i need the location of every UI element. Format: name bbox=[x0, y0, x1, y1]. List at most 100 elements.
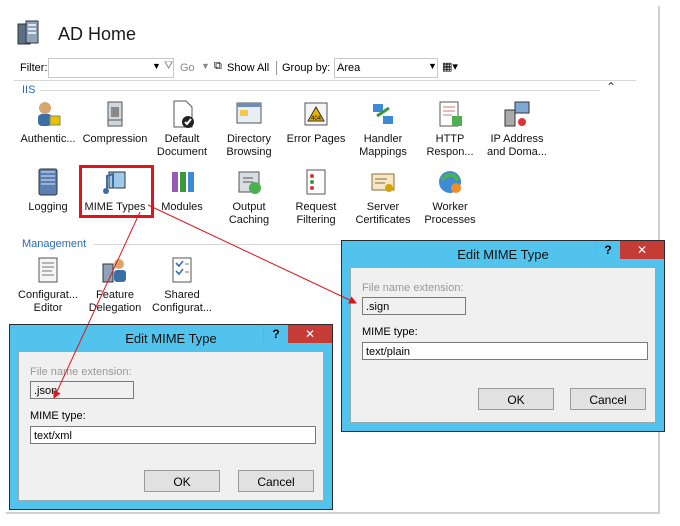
close-button[interactable]: ✕ bbox=[288, 325, 332, 343]
section-rule-management bbox=[94, 244, 342, 245]
section-header-management: Management bbox=[22, 238, 87, 250]
default-document-icon bbox=[173, 100, 194, 128]
feature-label: Server bbox=[366, 201, 400, 213]
close-button[interactable]: ✕ bbox=[620, 241, 664, 259]
directory-browsing-icon bbox=[236, 102, 262, 124]
svg-text:404: 404 bbox=[311, 116, 322, 122]
configuration-editor-icon bbox=[38, 257, 58, 283]
group-by-dropdown-icon[interactable]: ▼ bbox=[428, 61, 437, 71]
help-button[interactable]: ? bbox=[595, 241, 620, 259]
logging-icon bbox=[38, 168, 58, 196]
edit-mime-type-dialog-right: Edit MIME Type ? ✕ File name extension: … bbox=[341, 240, 665, 432]
feature-label-line2: and Doma... bbox=[487, 146, 547, 158]
compression-icon bbox=[107, 101, 123, 127]
group-by-select[interactable]: Area bbox=[334, 58, 438, 78]
dialog-body: File name extension: .json MIME type: te… bbox=[18, 351, 324, 501]
ok-button[interactable]: OK bbox=[478, 388, 554, 410]
extension-label: File name extension: bbox=[30, 366, 132, 378]
toolbar-divider bbox=[14, 80, 636, 81]
feature-configuration-editor[interactable]: Configurat... Editor bbox=[13, 254, 83, 314]
handler-mappings-icon bbox=[373, 104, 393, 124]
section-rule-iis bbox=[40, 90, 600, 91]
mime-type-field[interactable]: text/xml bbox=[30, 426, 316, 444]
cancel-button[interactable]: Cancel bbox=[238, 470, 314, 492]
filter-toolbar: Filter: ▼ ⛛ Go ▼ ⧉ Show All Group by: Ar… bbox=[14, 58, 634, 80]
feature-handler-mappings[interactable]: Handler Mappings bbox=[348, 98, 418, 158]
feature-label: Modules bbox=[161, 201, 203, 213]
feature-directory-browsing[interactable]: Directory Browsing bbox=[214, 98, 284, 158]
feature-authentication[interactable]: Authentic... bbox=[13, 98, 83, 158]
feature-label-line2: Document bbox=[156, 146, 208, 158]
feature-label: Configurat... bbox=[18, 289, 78, 301]
section-header-iis: IIS bbox=[22, 84, 36, 96]
view-toggle-icon[interactable]: ▦▾ bbox=[442, 60, 458, 73]
feature-label: Directory bbox=[226, 133, 271, 145]
feature-label-line2: Respon... bbox=[426, 146, 474, 158]
feature-worker-processes[interactable]: Worker Processes bbox=[415, 166, 485, 226]
help-button[interactable]: ? bbox=[263, 325, 288, 343]
feature-label: Default bbox=[164, 133, 200, 145]
feature-label: Authentic... bbox=[20, 133, 76, 145]
funnel-icon: ⛛ bbox=[164, 60, 174, 72]
feature-label: Feature bbox=[96, 289, 134, 301]
collapse-chevron-icon[interactable]: ⌃ bbox=[606, 80, 616, 94]
feature-label: Compression bbox=[82, 133, 148, 145]
feature-label: Error Pages bbox=[286, 133, 346, 145]
group-by-label: Group by: bbox=[282, 62, 331, 74]
feature-label-line2: Editor bbox=[33, 302, 63, 314]
feature-default-document[interactable]: Default Document bbox=[147, 98, 217, 158]
feature-feature-delegation[interactable]: Feature Delegation bbox=[80, 254, 150, 314]
mime-type-field[interactable]: text/plain bbox=[362, 342, 648, 360]
edit-mime-type-dialog-left: Edit MIME Type ? ✕ File name extension: … bbox=[9, 324, 333, 510]
mime-types-highlight bbox=[79, 165, 154, 218]
feature-label: Handler bbox=[363, 133, 403, 145]
show-all-button[interactable]: Show All bbox=[227, 62, 269, 74]
extension-field[interactable]: .json bbox=[30, 381, 134, 399]
feature-label-line2: Mappings bbox=[359, 146, 407, 158]
feature-label: Output bbox=[232, 201, 266, 213]
group-by-value: Area bbox=[337, 62, 361, 74]
feature-compression[interactable]: Compression bbox=[80, 98, 150, 158]
mime-type-label: MIME type: bbox=[362, 326, 418, 338]
feature-label: Worker bbox=[432, 201, 468, 213]
server-icon bbox=[17, 20, 39, 45]
feature-label-line2: Browsing bbox=[226, 146, 272, 158]
page-title: AD Home bbox=[58, 24, 137, 44]
filter-label: Filter: bbox=[20, 62, 48, 74]
feature-label: Shared bbox=[164, 289, 200, 301]
feature-label-line2: Filtering bbox=[296, 214, 336, 226]
feature-error-pages[interactable]: 404 Error Pages bbox=[281, 98, 351, 158]
go-button[interactable]: Go bbox=[180, 62, 195, 74]
toolbar-separator bbox=[276, 61, 277, 75]
feature-ip-address-restrictions[interactable]: IP Address and Doma... bbox=[482, 98, 552, 158]
feature-output-caching[interactable]: Output Caching bbox=[214, 166, 284, 226]
go-dropdown-icon[interactable]: ▼ bbox=[201, 61, 210, 71]
ip-restrictions-icon bbox=[504, 101, 530, 127]
feature-delegation-icon bbox=[102, 259, 126, 283]
server-certificates-icon bbox=[371, 173, 395, 192]
mime-type-label: MIME type: bbox=[30, 410, 86, 422]
filter-dropdown-icon[interactable]: ▼ bbox=[152, 61, 161, 71]
feature-label-line2: Processes bbox=[424, 214, 476, 226]
http-response-icon bbox=[439, 101, 462, 127]
page-header: AD Home bbox=[14, 18, 574, 52]
iis-manager-page: AD Home Filter: ▼ ⛛ Go ▼ ⧉ Show All Grou… bbox=[0, 0, 680, 526]
feature-server-certificates[interactable]: Server Certificates bbox=[348, 166, 418, 226]
feature-shared-configuration[interactable]: Shared Configurat... bbox=[147, 254, 217, 314]
modules-icon bbox=[172, 172, 194, 192]
error-pages-icon: 404 bbox=[304, 102, 328, 126]
feature-label-line2: Caching bbox=[228, 214, 270, 226]
extension-field[interactable]: .sign bbox=[362, 297, 466, 315]
ok-button[interactable]: OK bbox=[144, 470, 220, 492]
feature-request-filtering[interactable]: Request Filtering bbox=[281, 166, 351, 226]
feature-modules[interactable]: Modules bbox=[147, 166, 217, 226]
cancel-button[interactable]: Cancel bbox=[570, 388, 646, 410]
feature-http-response-headers[interactable]: HTTP Respon... bbox=[415, 98, 485, 158]
shared-configuration-icon bbox=[172, 257, 192, 283]
feature-logging[interactable]: Logging bbox=[13, 166, 83, 226]
feature-label: HTTP bbox=[435, 133, 465, 145]
feature-label-line2: Configurat... bbox=[152, 302, 212, 314]
request-filtering-icon bbox=[306, 169, 326, 195]
feature-label: Logging bbox=[28, 201, 68, 213]
dialog-body: File name extension: .sign MIME type: te… bbox=[350, 267, 656, 423]
